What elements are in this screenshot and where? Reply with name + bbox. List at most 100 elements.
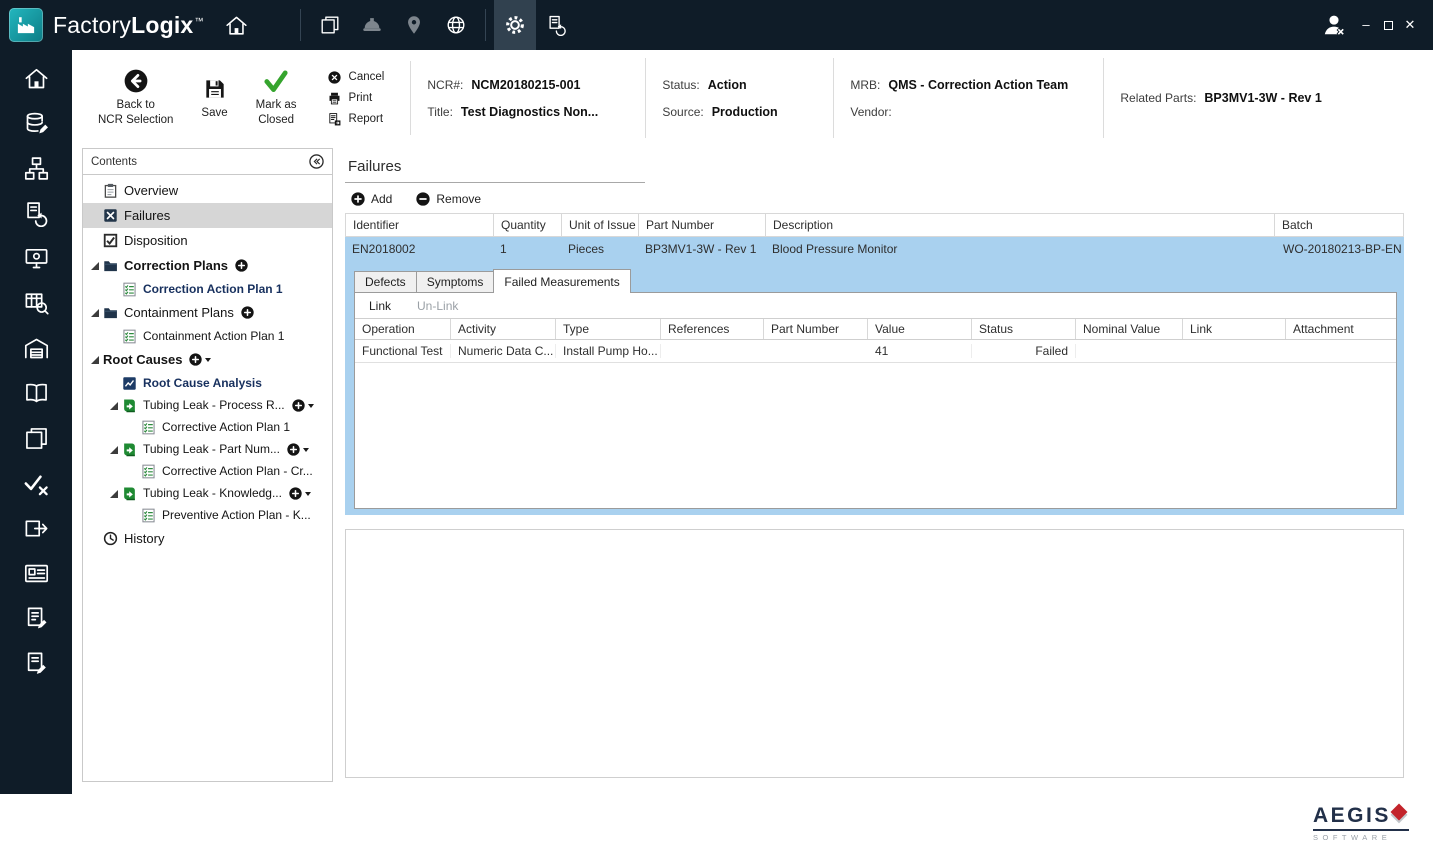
save-button[interactable]: Save [201, 76, 227, 121]
tree-item-overview[interactable]: Overview [83, 178, 332, 203]
sidebar-work-instructions-icon[interactable] [19, 557, 53, 589]
close-button[interactable]: ✕ [1399, 0, 1421, 50]
tree-expander-icon[interactable] [108, 400, 119, 411]
topbar: FactoryLogix™ – ✕ [0, 0, 1433, 50]
add-tubing-leak-process-r-button[interactable] [292, 399, 305, 412]
tree-item-corrective-action-plan-cr[interactable]: Corrective Action Plan - Cr... [83, 460, 332, 482]
sidebar-notes-icon[interactable] [19, 647, 53, 679]
sidebar-material-transfer-icon[interactable] [19, 512, 53, 544]
add-tubing-leak-part-num-button[interactable] [287, 443, 300, 456]
tree-item-correction-plans[interactable]: Correction Plans [83, 253, 332, 278]
add-options-caret-icon[interactable] [303, 448, 309, 455]
tree-item-correction-action-plan-1[interactable]: Correction Action Plan 1 [83, 278, 332, 300]
maximize-button[interactable] [1377, 0, 1399, 50]
sidebar-lot-query-icon[interactable] [19, 287, 53, 319]
column-header-operation[interactable]: Operation [355, 319, 451, 339]
tree-expander-icon[interactable] [89, 307, 100, 318]
add-tubing-leak-knowledg-button[interactable] [289, 487, 302, 500]
tree-item-containment-action-plan-1[interactable]: Containment Action Plan 1 [83, 325, 332, 347]
home-icon[interactable] [216, 0, 258, 50]
cell-failed: Failed [972, 344, 1076, 358]
column-header-quantity[interactable]: Quantity [494, 214, 562, 236]
column-header-references[interactable]: References [661, 319, 764, 339]
tab-defects[interactable]: Defects [354, 271, 417, 292]
column-header-unit-of-issue[interactable]: Unit of Issue [562, 214, 639, 236]
column-header-nominal-value[interactable]: Nominal Value [1076, 319, 1183, 339]
tree-item-containment-plans[interactable]: Containment Plans [83, 300, 332, 325]
back-to-ncr-selection-button[interactable]: Back to NCR Selection [98, 68, 173, 128]
minimize-button[interactable]: – [1355, 0, 1377, 50]
tree-item-history[interactable]: History [83, 526, 332, 551]
column-header-attachment[interactable]: Attachment [1286, 319, 1396, 339]
add-options-caret-icon[interactable] [305, 492, 311, 499]
add-options-caret-icon[interactable] [308, 404, 314, 411]
tree-item-preventive-action-plan-k[interactable]: Preventive Action Plan - K... [83, 504, 332, 526]
remove-failure-button[interactable]: Remove [416, 192, 481, 206]
tree-expander-icon[interactable] [108, 444, 119, 455]
column-header-status[interactable]: Status [972, 319, 1076, 339]
tree-item-root-causes[interactable]: Root Causes [83, 347, 332, 372]
add-root-causes-button[interactable] [189, 353, 202, 366]
column-header-link[interactable]: Link [1183, 319, 1286, 339]
globe-icon[interactable] [435, 0, 477, 50]
column-header-part-number[interactable]: Part Number [639, 214, 766, 236]
column-header-part-number[interactable]: Part Number [764, 319, 868, 339]
failures-toolbar: Add Remove [351, 192, 1404, 206]
location-pin-icon[interactable] [393, 0, 435, 50]
settings-gear-icon[interactable] [494, 0, 536, 50]
ncr-document-icon[interactable] [536, 0, 578, 50]
column-header-batch[interactable]: Batch [1275, 214, 1403, 236]
book-icon [122, 442, 137, 457]
sidebar-document-copy-icon[interactable] [19, 422, 53, 454]
tree-item-label: Tubing Leak - Part Num... [143, 442, 280, 456]
unlink-button[interactable]: Un-Link [411, 299, 458, 313]
tree-item-root-cause-analysis[interactable]: Root Cause Analysis [83, 372, 332, 394]
column-header-activity[interactable]: Activity [451, 319, 556, 339]
failure-row-selected[interactable]: EN20180021PiecesBP3MV1-3W - Rev 1Blood P… [345, 237, 1404, 261]
sidebar-home-icon[interactable] [19, 62, 53, 94]
add-failure-button[interactable]: Add [351, 192, 392, 206]
sidebar-documentation-icon[interactable] [19, 377, 53, 409]
documents-icon[interactable] [309, 0, 351, 50]
cell-bp3mv1-3w-rev-1: BP3MV1-3W - Rev 1 [638, 242, 765, 256]
sidebar-verification-icon[interactable] [19, 467, 53, 499]
maximize-icon [1384, 21, 1393, 30]
add-options-caret-icon[interactable] [205, 358, 211, 365]
sidebar-process-flow-icon[interactable] [19, 152, 53, 184]
tree-expander-icon[interactable] [89, 354, 100, 365]
tree-expander-icon[interactable] [89, 260, 100, 271]
tab-symptoms[interactable]: Symptoms [416, 271, 495, 292]
measurement-row[interactable]: Functional TestNumeric Data C...Install … [355, 340, 1396, 363]
sidebar-warehouse-icon[interactable] [19, 332, 53, 364]
analysis-icon [122, 376, 137, 391]
column-header-description[interactable]: Description [766, 214, 1275, 236]
sidebar-data-recording-icon[interactable] [19, 602, 53, 634]
failures-table-header: IdentifierQuantityUnit of IssuePart Numb… [345, 213, 1404, 237]
mark-as-closed-button[interactable]: Mark as Closed [256, 68, 297, 128]
sidebar-data-editor-icon[interactable] [19, 107, 53, 139]
minus-circle-icon [416, 192, 430, 206]
back-label-1: Back to [117, 98, 155, 113]
column-header-type[interactable]: Type [556, 319, 661, 339]
sidebar-station-monitor-icon[interactable] [19, 242, 53, 274]
collapse-panel-icon[interactable] [309, 154, 324, 169]
tree-item-tubing-leak-process-r[interactable]: Tubing Leak - Process R... [83, 394, 332, 416]
link-button[interactable]: Link [363, 299, 391, 313]
column-header-value[interactable]: Value [868, 319, 972, 339]
tree-item-failures[interactable]: Failures [83, 203, 332, 228]
report-button[interactable]: Report [327, 112, 385, 127]
column-header-identifier[interactable]: Identifier [346, 214, 494, 236]
tree-item-disposition[interactable]: Disposition [83, 228, 332, 253]
user-logout-icon[interactable] [1313, 0, 1355, 50]
add-containment-plans-button[interactable] [241, 306, 254, 319]
sidebar-rework-icon[interactable] [19, 197, 53, 229]
production-hardhat-icon[interactable] [351, 0, 393, 50]
tab-failed-measurements[interactable]: Failed Measurements [493, 269, 630, 293]
print-button[interactable]: Print [327, 91, 385, 106]
tree-item-tubing-leak-knowledg[interactable]: Tubing Leak - Knowledg... [83, 482, 332, 504]
tree-item-tubing-leak-part-num[interactable]: Tubing Leak - Part Num... [83, 438, 332, 460]
tree-item-corrective-action-plan-1[interactable]: Corrective Action Plan 1 [83, 416, 332, 438]
cancel-button[interactable]: Cancel [327, 70, 385, 85]
tree-expander-icon[interactable] [108, 488, 119, 499]
add-correction-plans-button[interactable] [235, 259, 248, 272]
